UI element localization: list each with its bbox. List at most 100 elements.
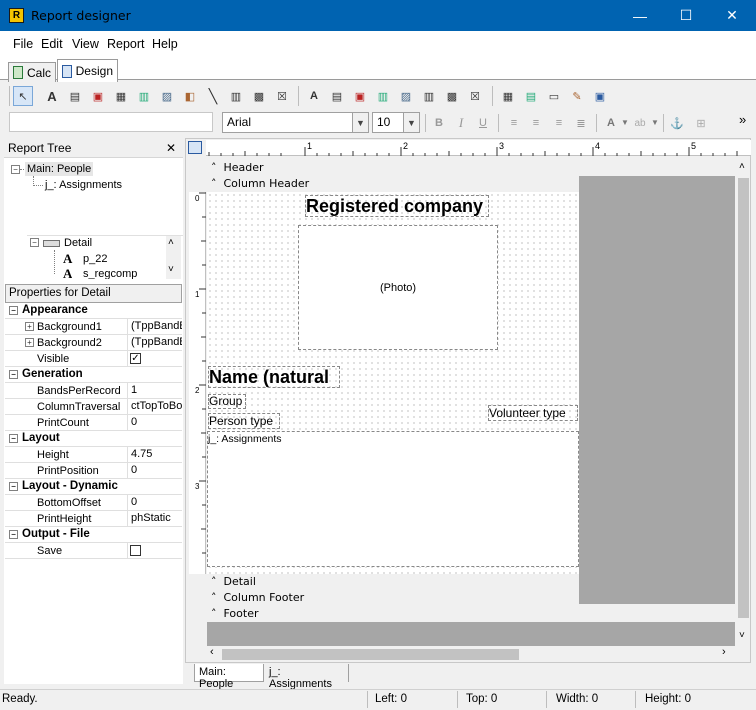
tree-node-sregcomp[interactable]: s_regcomp xyxy=(83,268,137,279)
highlight-color-icon[interactable]: ab xyxy=(631,114,649,132)
menu-report[interactable]: Report xyxy=(107,37,145,51)
collapse-icon[interactable]: − xyxy=(9,530,18,539)
expand-icon[interactable]: + xyxy=(25,338,34,347)
chevron-left-icon[interactable]: ‹ xyxy=(210,646,214,658)
band-detail[interactable]: ˄ Detail xyxy=(211,575,256,588)
property-value[interactable]: 0 xyxy=(127,415,182,430)
collapse-icon[interactable]: − xyxy=(11,165,20,174)
subreport-tool-icon[interactable]: ▤ xyxy=(522,87,540,105)
volunteer-type-field[interactable]: Volunteer type xyxy=(488,405,578,421)
name-natural-field[interactable]: Name (natural xyxy=(208,366,340,388)
property-row[interactable]: BottomOffset 0 xyxy=(5,495,182,511)
property-row[interactable]: Height 4.75 xyxy=(5,447,182,463)
horizontal-scroll-thumb[interactable] xyxy=(222,649,519,660)
category-output-file[interactable]: − Output - File xyxy=(5,527,182,543)
ruler-toggle-icon[interactable] xyxy=(188,141,202,154)
band-column-footer[interactable]: ˄ Column Footer xyxy=(211,591,304,604)
dbcalc-tool-icon[interactable]: ▥ xyxy=(374,87,392,105)
property-row[interactable]: Save xyxy=(5,543,182,559)
richtext-tool-icon[interactable]: ▣ xyxy=(89,87,107,105)
font-color-icon[interactable]: A xyxy=(602,114,620,132)
db2dbarcode-tool-icon[interactable]: ▩ xyxy=(443,87,461,105)
property-row[interactable]: PrintCount 0 xyxy=(5,415,182,431)
collapse-icon[interactable]: − xyxy=(9,434,18,443)
registered-company-label[interactable]: Registered company xyxy=(305,195,489,217)
property-value[interactable]: 0 xyxy=(127,463,182,478)
category-layout-dynamic[interactable]: − Layout - Dynamic xyxy=(5,479,182,495)
property-row[interactable]: + Background2 (TppBandBa xyxy=(5,335,182,351)
region-tool-icon[interactable]: ▦ xyxy=(499,87,517,105)
dbmemo-tool-icon[interactable]: ▤ xyxy=(328,87,346,105)
property-row[interactable]: Visible ✓ xyxy=(5,351,182,367)
underline-button[interactable]: U xyxy=(474,114,492,132)
property-row[interactable]: PrintHeight phStatic xyxy=(5,511,182,527)
band-header[interactable]: ˄ Header xyxy=(211,161,264,174)
tab-design[interactable]: Design xyxy=(57,59,118,82)
menu-view[interactable]: View xyxy=(72,37,99,51)
border-icon[interactable]: ⊞ xyxy=(692,114,710,132)
chevron-down-icon[interactable]: ▼ xyxy=(621,118,629,127)
align-left-icon[interactable]: ≡ xyxy=(505,114,523,132)
bold-button[interactable]: B xyxy=(430,114,448,132)
align-center-icon[interactable]: ≡ xyxy=(527,114,545,132)
image-tool-icon[interactable]: ▨ xyxy=(158,87,176,105)
property-value[interactable]: 4.75 xyxy=(127,447,182,462)
property-value[interactable]: 1 xyxy=(127,383,182,398)
2d-barcode-icon[interactable]: ▩ xyxy=(250,87,268,105)
collapse-icon[interactable]: − xyxy=(30,238,39,247)
chevron-down-icon[interactable]: ˅ xyxy=(168,264,174,275)
close-button[interactable]: ✕ xyxy=(709,0,755,31)
person-type-field[interactable]: Person type xyxy=(208,413,280,429)
tree-node-assignments[interactable]: j_: Assignments xyxy=(45,179,122,191)
font-name-select[interactable]: Arial ▼ xyxy=(222,112,369,133)
component-name-field[interactable] xyxy=(9,112,213,132)
pagebreak-tool-icon[interactable]: ▭ xyxy=(545,87,563,105)
justify-icon[interactable]: ≣ xyxy=(572,114,590,132)
select-tool-icon[interactable]: ↖ xyxy=(13,86,33,106)
paintbrush-tool-icon[interactable]: ✎ xyxy=(568,87,586,105)
property-value[interactable]: phStatic xyxy=(127,511,182,526)
dbtext-tool-icon[interactable]: A xyxy=(305,87,323,105)
tab-main-people[interactable]: Main: People xyxy=(194,664,264,690)
property-row[interactable]: PrintPosition 0 xyxy=(5,463,182,479)
property-row[interactable]: BandsPerRecord 1 xyxy=(5,383,182,399)
maximize-button[interactable]: ☐ xyxy=(663,0,709,31)
shape-tool-icon[interactable]: ◧ xyxy=(181,87,199,105)
dbimage-tool-icon[interactable]: ▨ xyxy=(397,87,415,105)
memo-tool-icon[interactable]: ▤ xyxy=(66,87,84,105)
toolbar-overflow-icon[interactable]: » xyxy=(739,112,746,127)
crosstab-tool-icon[interactable]: ▣ xyxy=(591,87,609,105)
category-appearance[interactable]: − Appearance xyxy=(5,303,182,319)
tab-calc[interactable]: Calc xyxy=(8,62,56,82)
collapse-icon[interactable]: − xyxy=(9,306,18,315)
chevron-right-icon[interactable]: › xyxy=(722,646,726,658)
tree-node-p22[interactable]: p_22 xyxy=(83,253,107,265)
assignments-subreport[interactable]: j_: Assignments xyxy=(207,431,579,567)
property-value[interactable]: ctTopToBot xyxy=(127,399,182,414)
chevron-down-icon[interactable]: ▼ xyxy=(651,118,659,127)
label-tool-icon[interactable]: A xyxy=(43,87,61,105)
property-value[interactable]: (TppBandBa xyxy=(127,335,182,350)
menu-file[interactable]: File xyxy=(13,37,33,51)
tree-node-detail[interactable]: Detail xyxy=(64,237,92,249)
category-layout[interactable]: − Layout xyxy=(5,431,182,447)
menu-help[interactable]: Help xyxy=(152,37,178,51)
tree-node-main-people[interactable]: Main: People xyxy=(25,162,94,176)
italic-button[interactable]: I xyxy=(452,114,470,132)
visible-checkbox[interactable]: ✓ xyxy=(130,353,141,364)
chevron-up-icon[interactable]: ˄ xyxy=(739,161,745,172)
dbbarcode-tool-icon[interactable]: ▥ xyxy=(420,87,438,105)
band-column-header[interactable]: ˄ Column Header xyxy=(211,177,309,190)
menu-edit[interactable]: Edit xyxy=(41,37,63,51)
group-field[interactable]: Group xyxy=(208,394,246,409)
dbcheckbox-tool-icon[interactable]: ☒ xyxy=(466,87,484,105)
minimize-button[interactable]: — xyxy=(617,0,663,31)
save-checkbox[interactable] xyxy=(130,545,141,556)
expand-icon[interactable]: + xyxy=(25,322,34,331)
collapse-icon[interactable]: − xyxy=(9,370,18,379)
chevron-down-icon[interactable]: ˅ xyxy=(739,630,745,641)
barcode-tool-icon[interactable]: ▥ xyxy=(227,87,245,105)
system-variable-icon[interactable]: ▦ xyxy=(112,87,130,105)
checkbox-tool-icon[interactable]: ☒ xyxy=(273,87,291,105)
dbrichtext-tool-icon[interactable]: ▣ xyxy=(351,87,369,105)
